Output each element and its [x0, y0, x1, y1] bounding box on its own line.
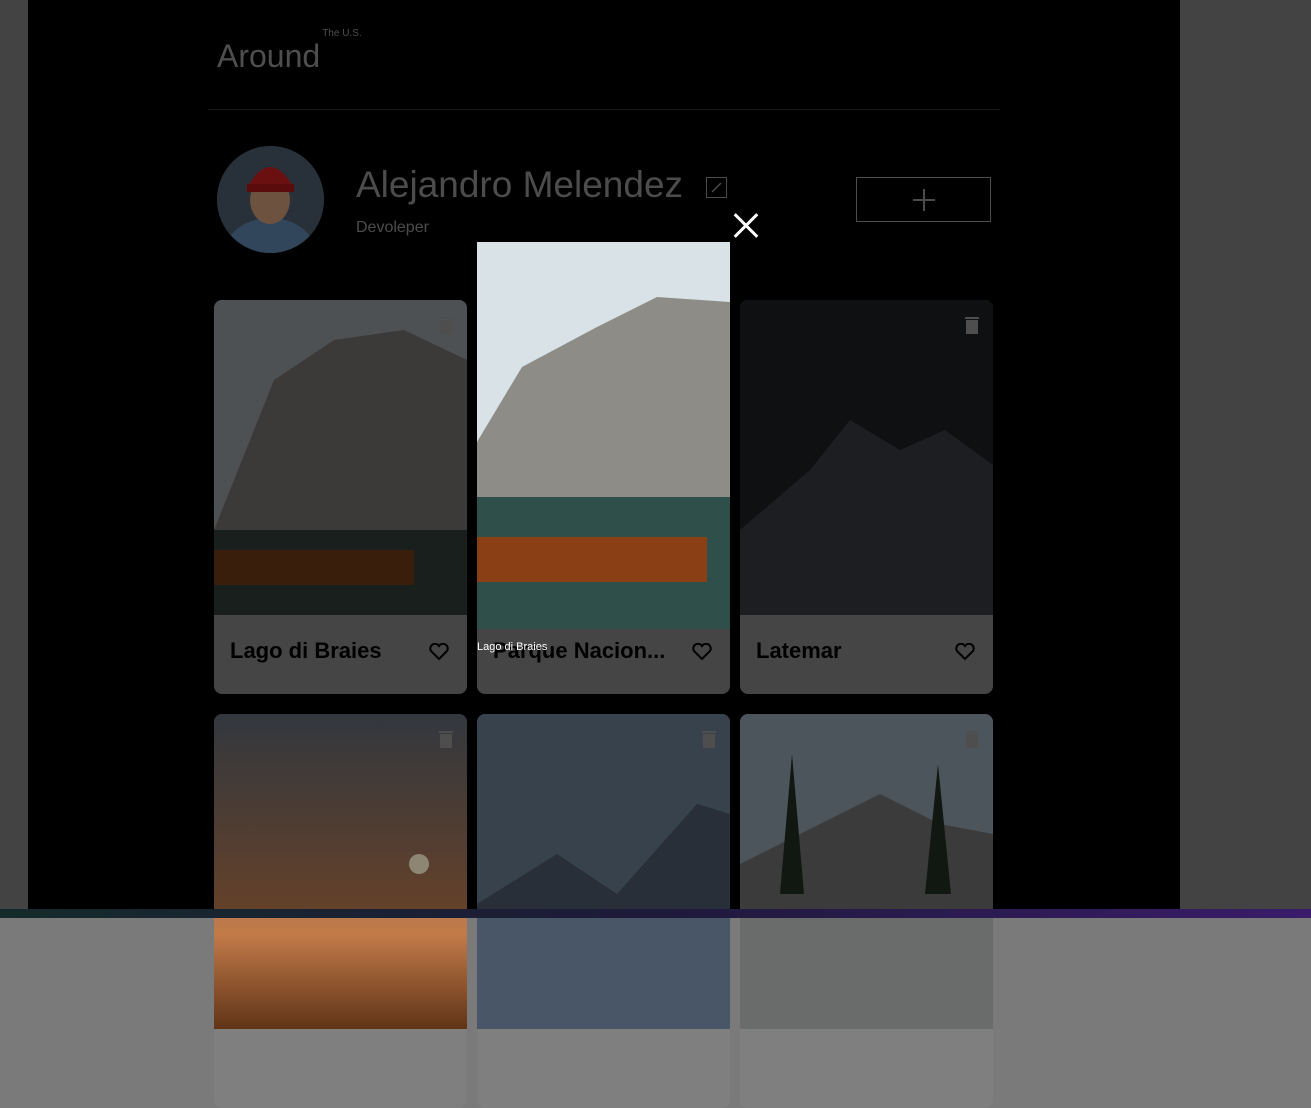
trash-icon: [965, 731, 979, 748]
like-button[interactable]: [692, 642, 712, 661]
delete-button[interactable]: [439, 316, 453, 334]
trash-icon: [965, 317, 979, 334]
card-image[interactable]: [740, 300, 993, 615]
pencil-icon: [711, 182, 722, 193]
trash-icon: [439, 317, 453, 334]
logo: AroundThe U.S.: [217, 28, 362, 75]
logo-text: Around: [217, 38, 321, 74]
avatar[interactable]: [217, 146, 324, 253]
delete-button[interactable]: [965, 730, 979, 748]
delete-button[interactable]: [965, 316, 979, 334]
like-button[interactable]: [429, 642, 449, 661]
delete-button[interactable]: [702, 730, 716, 748]
heart-icon: [692, 642, 712, 661]
trash-icon: [439, 731, 453, 748]
card: Latemar: [740, 300, 993, 694]
popup-image-content: [477, 242, 730, 629]
avatar-image: [217, 146, 324, 253]
card-image[interactable]: [214, 714, 467, 1029]
card-image[interactable]: [214, 300, 467, 615]
profile-job: Devoleper: [356, 219, 429, 236]
popup-image: [477, 242, 730, 629]
heart-icon: [429, 642, 449, 661]
card-image[interactable]: [740, 714, 993, 1029]
like-button[interactable]: [955, 642, 975, 661]
profile-name: Alejandro Melendez: [356, 164, 684, 205]
taskbar: [0, 909, 1311, 918]
logo-superscript: The U.S.: [322, 28, 362, 40]
popup-caption: Lago di Braies: [477, 641, 548, 653]
card-title: Latemar: [756, 638, 842, 663]
heart-icon: [955, 642, 975, 661]
card-title: Lago di Braies: [230, 638, 382, 663]
close-button[interactable]: [728, 208, 764, 244]
header: AroundThe U.S.: [208, 28, 1000, 110]
add-card-button[interactable]: [856, 177, 991, 222]
delete-button[interactable]: [439, 730, 453, 748]
edit-profile-button[interactable]: [706, 177, 727, 198]
trash-icon: [702, 731, 716, 748]
card: Lago di Braies: [214, 300, 467, 694]
card-image[interactable]: [477, 714, 730, 1029]
